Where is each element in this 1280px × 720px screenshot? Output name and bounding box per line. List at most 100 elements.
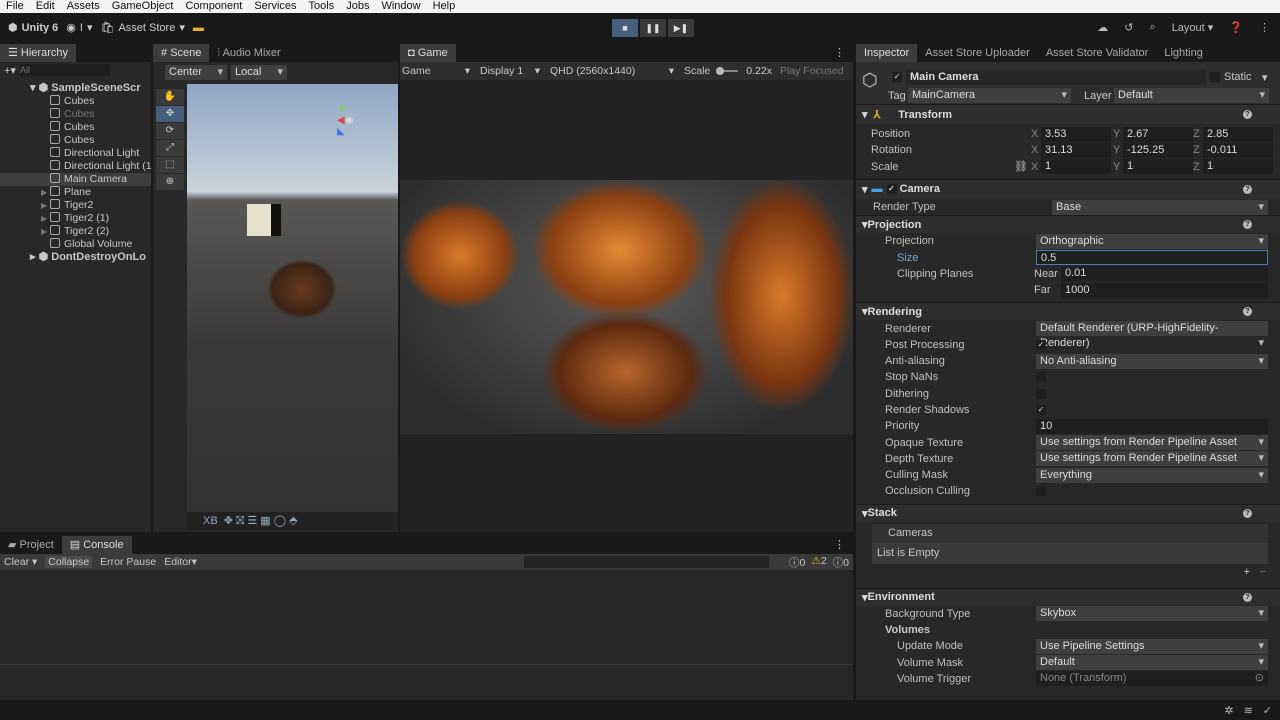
tab-game[interactable]: ◘ Game bbox=[400, 44, 456, 62]
depth-texture-dropdown[interactable]: Use settings from Render Pipeline Asset bbox=[1036, 451, 1268, 467]
expand-arrow-icon[interactable]: ▶ bbox=[41, 225, 47, 238]
link-icon[interactable]: ⛓ bbox=[1014, 160, 1028, 173]
far-field[interactable]: 1000 bbox=[1061, 282, 1268, 298]
more-icon[interactable]: ⋮ bbox=[834, 46, 845, 59]
hand-tool-icon[interactable]: ✋ bbox=[156, 89, 184, 105]
position-z-field[interactable]: 2.85 bbox=[1203, 126, 1273, 142]
move-tool-icon[interactable]: ✥ bbox=[156, 106, 184, 122]
stop-nans-checkbox[interactable] bbox=[1036, 372, 1046, 383]
help-icon[interactable]: ? bbox=[1243, 184, 1252, 194]
hierarchy-item[interactable]: ▶ Tiger2 bbox=[0, 199, 151, 212]
near-field[interactable]: 0.01 bbox=[1061, 266, 1268, 282]
menu-tools[interactable]: Tools bbox=[303, 0, 341, 13]
expand-arrow-icon[interactable]: ▶ bbox=[41, 186, 47, 199]
scale-x-field[interactable]: 1 bbox=[1041, 159, 1111, 175]
menu-file[interactable]: File bbox=[0, 0, 30, 13]
rotate-tool-icon[interactable]: ⟳ bbox=[156, 123, 184, 139]
hierarchy-item[interactable]: Cubes bbox=[0, 121, 151, 134]
collapse-button[interactable]: Collapse bbox=[45, 556, 93, 568]
background-type-dropdown[interactable]: Skybox bbox=[1036, 606, 1268, 622]
object-picker-icon[interactable]: ⊙ bbox=[1255, 671, 1264, 686]
expand-arrow-icon[interactable]: ▶ bbox=[41, 212, 47, 225]
hierarchy-item[interactable]: Main Camera bbox=[0, 173, 151, 186]
menu-component[interactable]: Component bbox=[179, 0, 248, 13]
rendering-header[interactable]: ▾ Rendering? bbox=[856, 302, 1280, 321]
help-icon[interactable]: ? bbox=[1243, 508, 1252, 518]
opaque-texture-dropdown[interactable]: Use settings from Render Pipeline Asset bbox=[1036, 435, 1268, 451]
transform-tool-icon[interactable]: ⊕ bbox=[156, 174, 184, 190]
scene-gizmo-icon[interactable]: ▼ ◀◉ ◣ bbox=[337, 104, 353, 137]
menu-services[interactable]: Services bbox=[248, 0, 302, 13]
menu-edit[interactable]: Edit bbox=[30, 0, 61, 13]
pivot-dropdown[interactable]: Center bbox=[165, 64, 227, 80]
help-icon[interactable]: ❓ bbox=[1229, 21, 1243, 34]
editor-dropdown[interactable]: Editor▾ bbox=[164, 556, 197, 568]
camera-header[interactable]: ▾ ▬ ✓ Camera? bbox=[856, 178, 1280, 199]
history-icon[interactable]: ↺ bbox=[1124, 21, 1133, 34]
layer-dropdown[interactable]: Default bbox=[1114, 88, 1269, 103]
account-button[interactable]: ◉ I ▾ bbox=[66, 21, 92, 35]
dithering-checkbox[interactable] bbox=[1036, 388, 1046, 399]
stack-header[interactable]: ▾ Stack? bbox=[856, 503, 1280, 522]
size-field[interactable]: 0.5 bbox=[1036, 250, 1268, 266]
projection-dropdown[interactable]: Orthographic bbox=[1036, 233, 1268, 249]
hierarchy-item[interactable]: Directional Light bbox=[0, 147, 151, 160]
space-dropdown[interactable]: Local bbox=[231, 64, 287, 80]
tab-audio-mixer[interactable]: ⫶ Audio Mixer bbox=[209, 44, 288, 62]
volume-mask-dropdown[interactable]: Default bbox=[1036, 655, 1268, 671]
add-button[interactable]: +▾ bbox=[4, 64, 16, 77]
culling-mask-dropdown[interactable]: Everything bbox=[1036, 467, 1268, 483]
error-pause-button[interactable]: Error Pause bbox=[100, 556, 156, 568]
hierarchy-item[interactable]: ▶ Tiger2 (2) bbox=[0, 225, 151, 238]
info-toggle[interactable]: ⓘ0 bbox=[789, 555, 805, 570]
help-icon[interactable]: ? bbox=[1243, 307, 1252, 317]
rect-tool-icon[interactable]: ⬚ bbox=[156, 157, 184, 173]
tab-inspector[interactable]: Inspector bbox=[856, 44, 918, 62]
rotation-x-field[interactable]: 31.13 bbox=[1041, 142, 1111, 158]
scale-slider[interactable] bbox=[716, 67, 739, 75]
volume-trigger-field[interactable]: None (Transform) ⊙ bbox=[1036, 671, 1268, 687]
layout-dropdown[interactable]: Layout ▾ bbox=[1172, 21, 1214, 34]
clear-button[interactable]: Clear ▾ bbox=[4, 556, 37, 568]
tab-console[interactable]: ▤ Console bbox=[61, 536, 132, 554]
expand-arrow-icon[interactable]: ▶ bbox=[41, 199, 47, 212]
hierarchy-item[interactable]: ▶ Tiger2 (1) bbox=[0, 212, 151, 225]
asset-store-button[interactable]: 🛍 Asset Store ▾ bbox=[101, 21, 185, 35]
more-icon[interactable]: ⋮ bbox=[1259, 21, 1270, 34]
step-button[interactable]: ▶❚ bbox=[668, 19, 694, 37]
hierarchy-search-input[interactable] bbox=[19, 64, 110, 76]
render-shadows-checkbox[interactable]: ✓ bbox=[1036, 405, 1046, 415]
menu-assets[interactable]: Assets bbox=[61, 0, 106, 13]
xb-button[interactable]: XB bbox=[203, 515, 218, 527]
menu-gameobject[interactable]: GameObject bbox=[106, 0, 180, 13]
play-focused-dropdown[interactable]: Play Focused bbox=[780, 65, 844, 77]
menu-window[interactable]: Window bbox=[375, 0, 426, 13]
projection-header[interactable]: ▾ Projection? bbox=[856, 215, 1280, 234]
object-name-field[interactable]: Main Camera bbox=[906, 70, 1206, 85]
static-dropdown[interactable]: ▾ bbox=[1262, 71, 1268, 84]
warning-toggle[interactable]: ⚠2 bbox=[811, 555, 826, 570]
hierarchy-item[interactable]: Cubes bbox=[0, 108, 151, 121]
hierarchy-item[interactable]: Directional Light (1) bbox=[0, 160, 151, 173]
renderer-dropdown[interactable]: Default Renderer (URP-HighFidelity-Rende… bbox=[1036, 321, 1268, 351]
tab-asset-store-validator[interactable]: Asset Store Validator bbox=[1038, 44, 1157, 62]
transform-header[interactable]: ▾ ⅄ Transform? bbox=[856, 104, 1280, 124]
hierarchy-item[interactable]: Cubes bbox=[0, 134, 151, 147]
scale-z-field[interactable]: 1 bbox=[1203, 159, 1273, 175]
more-icon[interactable]: ⋮ bbox=[834, 538, 845, 551]
rotation-y-field[interactable]: -125.25 bbox=[1123, 142, 1193, 158]
menu-jobs[interactable]: Jobs bbox=[340, 0, 375, 13]
console-search-input[interactable] bbox=[524, 556, 769, 568]
hierarchy-item[interactable]: Global Volume bbox=[0, 238, 151, 251]
pause-button[interactable]: ❚❚ bbox=[640, 19, 666, 37]
add-camera-button[interactable]: + bbox=[1244, 566, 1250, 578]
scale-tool-icon[interactable]: ⤢ bbox=[156, 140, 184, 156]
search-icon[interactable]: ⌕ bbox=[1150, 21, 1156, 34]
priority-field[interactable]: 10 bbox=[1036, 418, 1268, 434]
rotation-z-field[interactable]: -0.011 bbox=[1203, 142, 1273, 158]
tab-asset-store-uploader[interactable]: Asset Store Uploader bbox=[917, 44, 1038, 62]
occlusion-culling-checkbox[interactable] bbox=[1036, 486, 1046, 497]
game-mode-dropdown[interactable]: Game ▾ bbox=[402, 65, 472, 77]
update-mode-dropdown[interactable]: Use Pipeline Settings bbox=[1036, 638, 1268, 654]
scene-viewport[interactable]: ▼ ◀◉ ◣ bbox=[187, 84, 398, 514]
